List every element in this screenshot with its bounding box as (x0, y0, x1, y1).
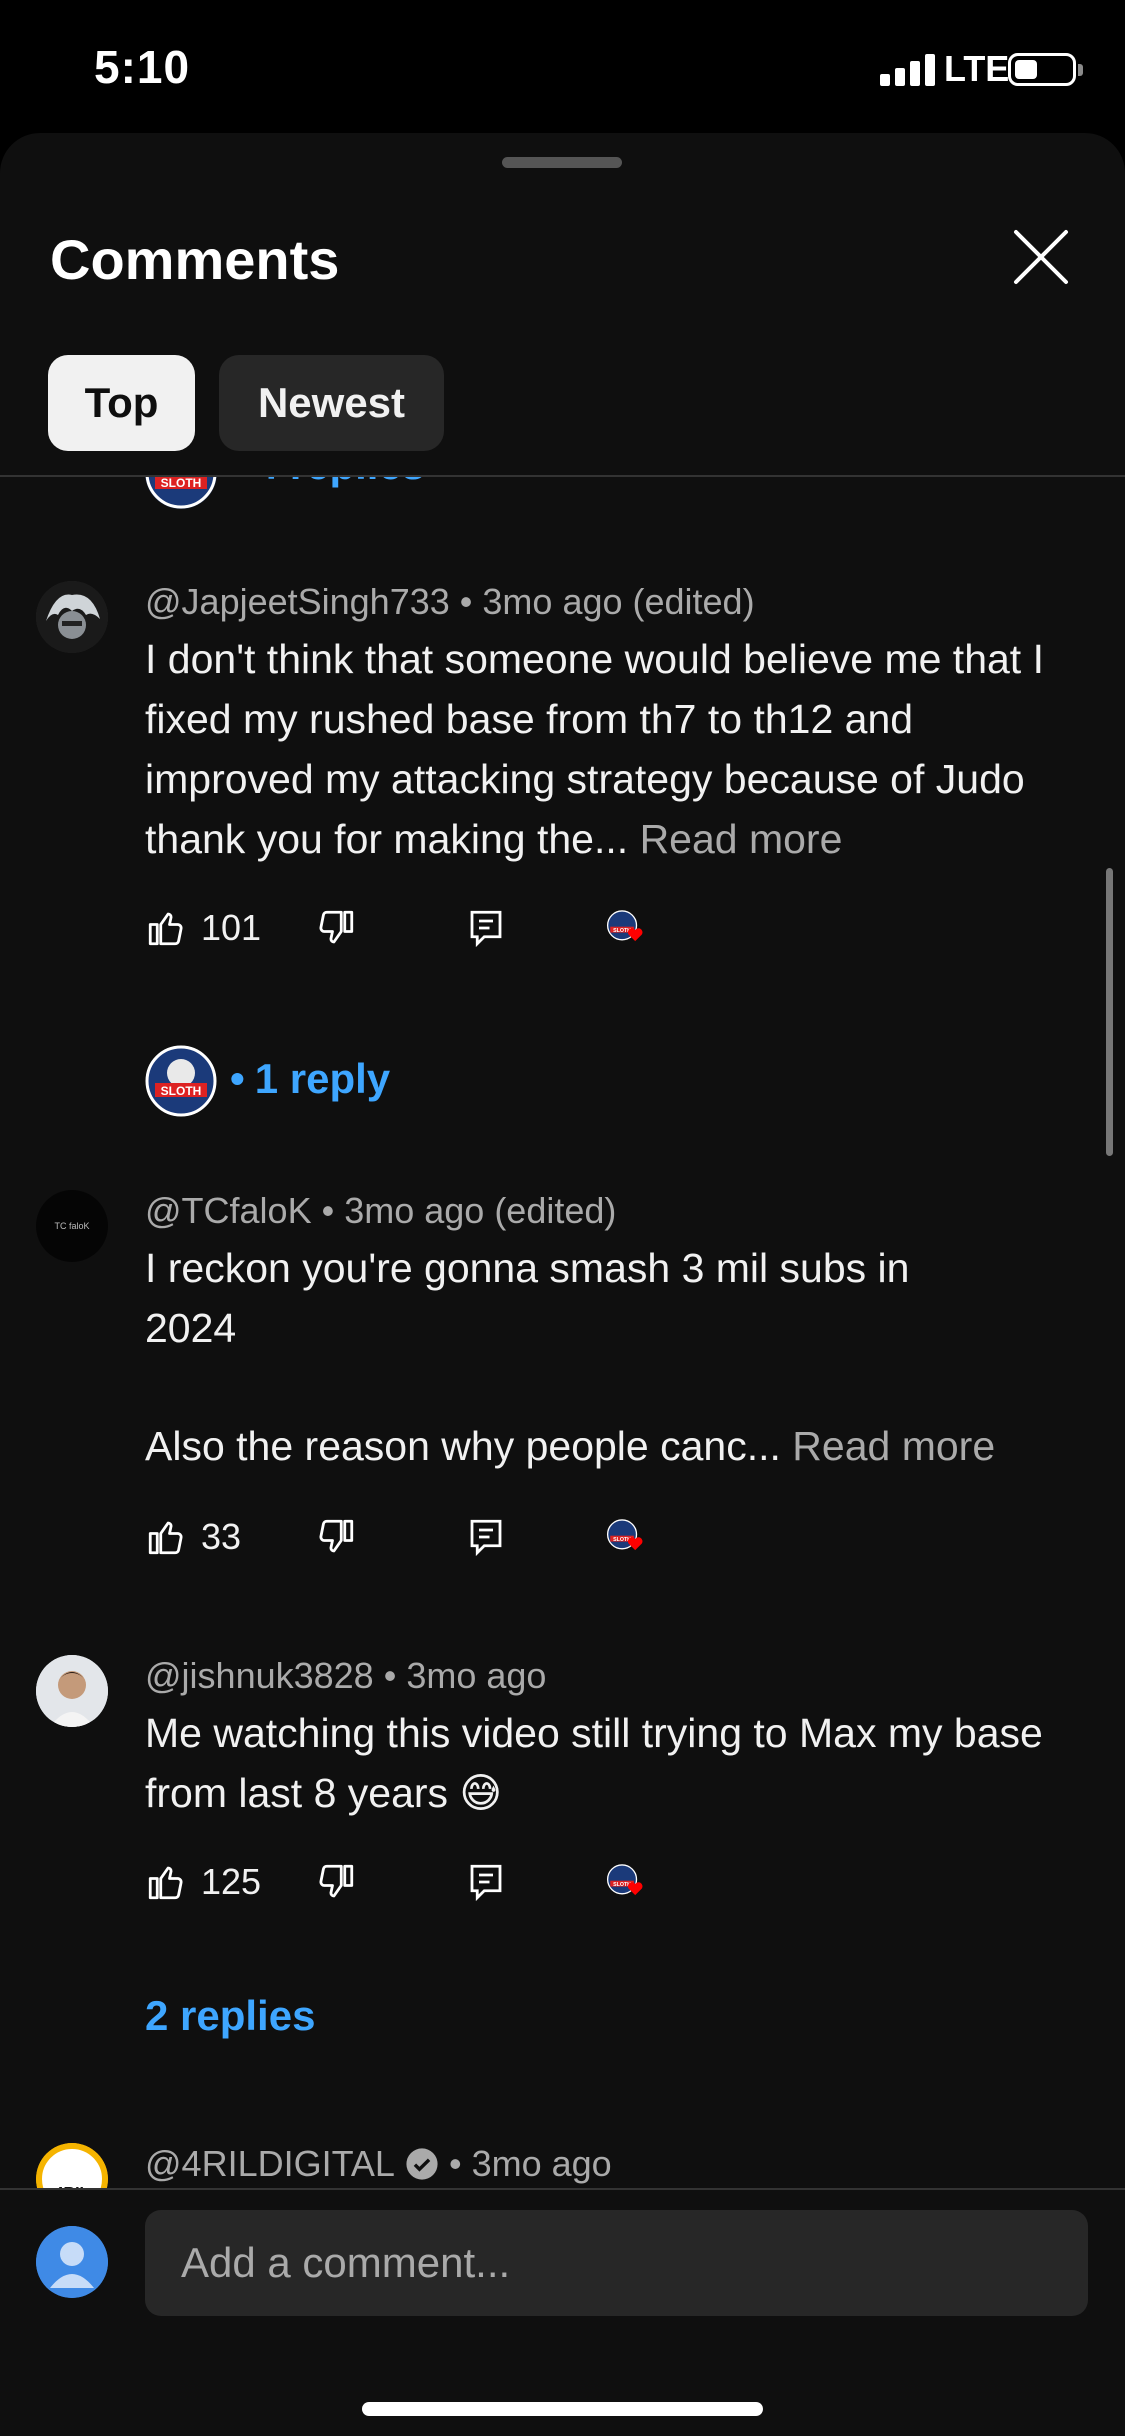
reply-icon (470, 1864, 502, 1902)
comment-time: 3mo ago (edited) (482, 581, 755, 622)
comment-text: Also the reason why people canc... Read … (145, 1423, 996, 1469)
comment-meta: @jishnuk3828 • 3mo ago (145, 1655, 547, 1696)
comment-text: I reckon you're gonna smash 3 mil subs i… (145, 1245, 910, 1351)
status-time: 5:10 (94, 41, 191, 93)
thumbs-down-icon (319, 1519, 354, 1553)
comment-author[interactable]: @TCfaloK (145, 1190, 312, 1231)
comment-meta: @TCfaloK • 3mo ago (edited) (145, 1190, 617, 1231)
verified-icon (406, 2148, 438, 2180)
comment-text: Me watching this video still trying to M… (145, 1710, 1043, 1816)
close-icon[interactable] (1010, 226, 1072, 288)
like-button[interactable]: 125 (145, 1861, 261, 1903)
avatar[interactable]: 4RIL (36, 2143, 108, 2188)
creator-heart-badge: SLOTH (605, 1516, 647, 1558)
creator-heart-badge: SLOTH (605, 907, 647, 949)
reply-button[interactable] (465, 1861, 507, 1903)
channel-avatar: SLOTH (145, 1045, 217, 1117)
signal-icon (880, 54, 936, 86)
reply-icon (470, 1519, 502, 1557)
status-bar: 5:10 LTE (0, 0, 1125, 135)
replies-link[interactable]: 2 replies (145, 1992, 315, 2040)
comment-author[interactable]: @4RILDIGITAL (145, 2143, 395, 2185)
comment-author[interactable]: @JapjeetSingh733 (145, 581, 450, 622)
svg-text:SLOTH: SLOTH (161, 1084, 202, 1098)
comment-actions: 33 SLOTH (145, 1516, 705, 1576)
network-label: LTE (944, 48, 1010, 89)
like-count: 101 (201, 907, 262, 948)
dislike-button[interactable] (315, 1516, 357, 1558)
comment-time: 3mo ago (edited) (344, 1190, 617, 1231)
reply-button[interactable] (465, 907, 507, 949)
battery-icon (1008, 53, 1083, 86)
creator-heart-badge: SLOTH (605, 1861, 647, 1903)
thumbs-down-icon (319, 1864, 354, 1898)
tab-top[interactable]: Top (48, 355, 195, 451)
home-indicator (362, 2402, 763, 2416)
tab-newest[interactable]: Newest (219, 355, 444, 451)
comment-actions: 101 SLOTH (145, 907, 705, 967)
dislike-button[interactable] (315, 907, 357, 949)
comment-time: 3mo ago (406, 1655, 547, 1696)
thumbs-up-icon (148, 1866, 183, 1900)
sheet-grabber[interactable] (502, 157, 622, 168)
comment-actions: 125 SLOTH (145, 1861, 705, 1921)
read-more-link[interactable]: Read more (640, 816, 843, 862)
reply-button[interactable] (465, 1516, 507, 1558)
user-avatar-icon (36, 2226, 108, 2298)
comment-time: 3mo ago (471, 2143, 612, 2184)
replies-link[interactable]: • 1 reply (230, 1055, 390, 1103)
avatar[interactable]: TC faloK (36, 1190, 108, 1262)
scrollbar[interactable] (1106, 868, 1113, 1156)
comment-author[interactable]: @jishnuk3828 (145, 1655, 374, 1696)
thumbs-down-icon (319, 910, 354, 944)
comment-meta: @JapjeetSingh733 • 3mo ago (edited) (145, 581, 755, 622)
add-comment-input[interactable] (145, 2210, 1088, 2316)
svg-text:SLOTH: SLOTH (161, 477, 202, 490)
thumbs-up-icon (148, 1521, 183, 1555)
read-more-link[interactable]: Read more (792, 1423, 995, 1469)
comment-composer (0, 2188, 1125, 2436)
like-count: 125 (201, 1861, 262, 1902)
dislike-button[interactable] (315, 1861, 357, 1903)
avatar[interactable] (36, 1655, 108, 1727)
avatar[interactable] (36, 581, 108, 653)
thumbs-up-icon (148, 912, 183, 946)
comment-list[interactable]: SLOTH •4 replies @JapjeetSingh733 • 3mo … (0, 477, 1125, 2188)
comment-text: I don't think that someone would believe… (145, 636, 1044, 862)
like-button[interactable]: 33 (145, 1516, 241, 1558)
replies-link[interactable]: •4 replies (230, 477, 425, 489)
sheet-title: Comments (50, 228, 340, 291)
like-count: 33 (201, 1516, 242, 1557)
like-button[interactable]: 101 (145, 907, 261, 949)
reply-icon (470, 910, 502, 948)
channel-avatar: SLOTH (145, 477, 217, 509)
comment-meta: @4RILDIGITAL • 3mo ago (145, 2143, 612, 2185)
